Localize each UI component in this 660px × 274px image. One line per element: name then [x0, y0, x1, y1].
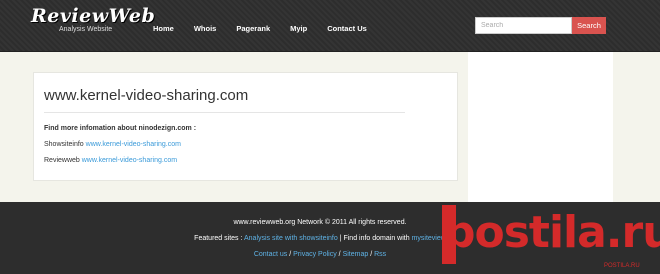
reviewweb-label: Reviewweb	[44, 157, 80, 164]
main-nav: Home Whois Pagerank Myip Contact Us	[153, 24, 387, 33]
reviewweb-link[interactable]: www.kernel-video-sharing.com	[82, 157, 177, 164]
watermark-text: postila.ru	[444, 207, 660, 258]
site-logo[interactable]: ReviewWeb Analysis Website	[31, 5, 155, 33]
showsiteinfo-link[interactable]: www.kernel-video-sharing.com	[86, 141, 181, 148]
footer-sep: /	[338, 251, 341, 258]
site-header: ReviewWeb Analysis Website Home Whois Pa…	[0, 0, 660, 52]
featured-link-showsiteinfo[interactable]: Analysis site with showsiteinfo	[244, 235, 338, 242]
footer-link-contact[interactable]: Contact us	[254, 251, 287, 258]
logo-title: ReviewWeb	[31, 5, 156, 27]
showsiteinfo-label: Showsiteinfo	[44, 141, 84, 148]
nav-myip[interactable]: Myip	[290, 24, 307, 33]
footer-link-rss[interactable]: Rss	[374, 251, 386, 258]
reviewweb-line: Reviewweb www.kernel-video-sharing.com	[44, 157, 177, 164]
featured-link-mysiteview[interactable]: mysiteview	[412, 235, 446, 242]
postila-watermark: postila.ru POSTILA.RU	[442, 203, 660, 274]
title-divider	[44, 112, 405, 113]
nav-home[interactable]: Home	[153, 24, 174, 33]
find-more-heading: Find more infomation about ninodezign.co…	[44, 125, 197, 132]
footer-link-sitemap[interactable]: Sitemap	[343, 251, 369, 258]
footer-sep: /	[370, 251, 373, 258]
page-title: www.kernel-video-sharing.com	[44, 87, 249, 104]
nav-pagerank[interactable]: Pagerank	[236, 24, 270, 33]
footer-sep: /	[289, 251, 292, 258]
search-input[interactable]	[475, 17, 572, 34]
featured-label: Featured sites :	[194, 235, 243, 242]
sidebar	[468, 52, 613, 202]
domain-info-panel: www.kernel-video-sharing.com Find more i…	[33, 72, 458, 181]
search-button[interactable]: Search	[572, 17, 606, 34]
nav-contact-us[interactable]: Contact Us	[327, 24, 367, 33]
nav-whois[interactable]: Whois	[194, 24, 217, 33]
footer-link-privacy[interactable]: Privacy Policy	[293, 251, 337, 258]
watermark-url: POSTILA.RU	[604, 263, 640, 269]
featured-separator: | Find info domain with	[339, 235, 410, 242]
search-form: Search	[475, 17, 606, 34]
showsiteinfo-line: Showsiteinfo www.kernel-video-sharing.co…	[44, 141, 181, 148]
logo-subtitle: Analysis Website	[59, 26, 113, 33]
